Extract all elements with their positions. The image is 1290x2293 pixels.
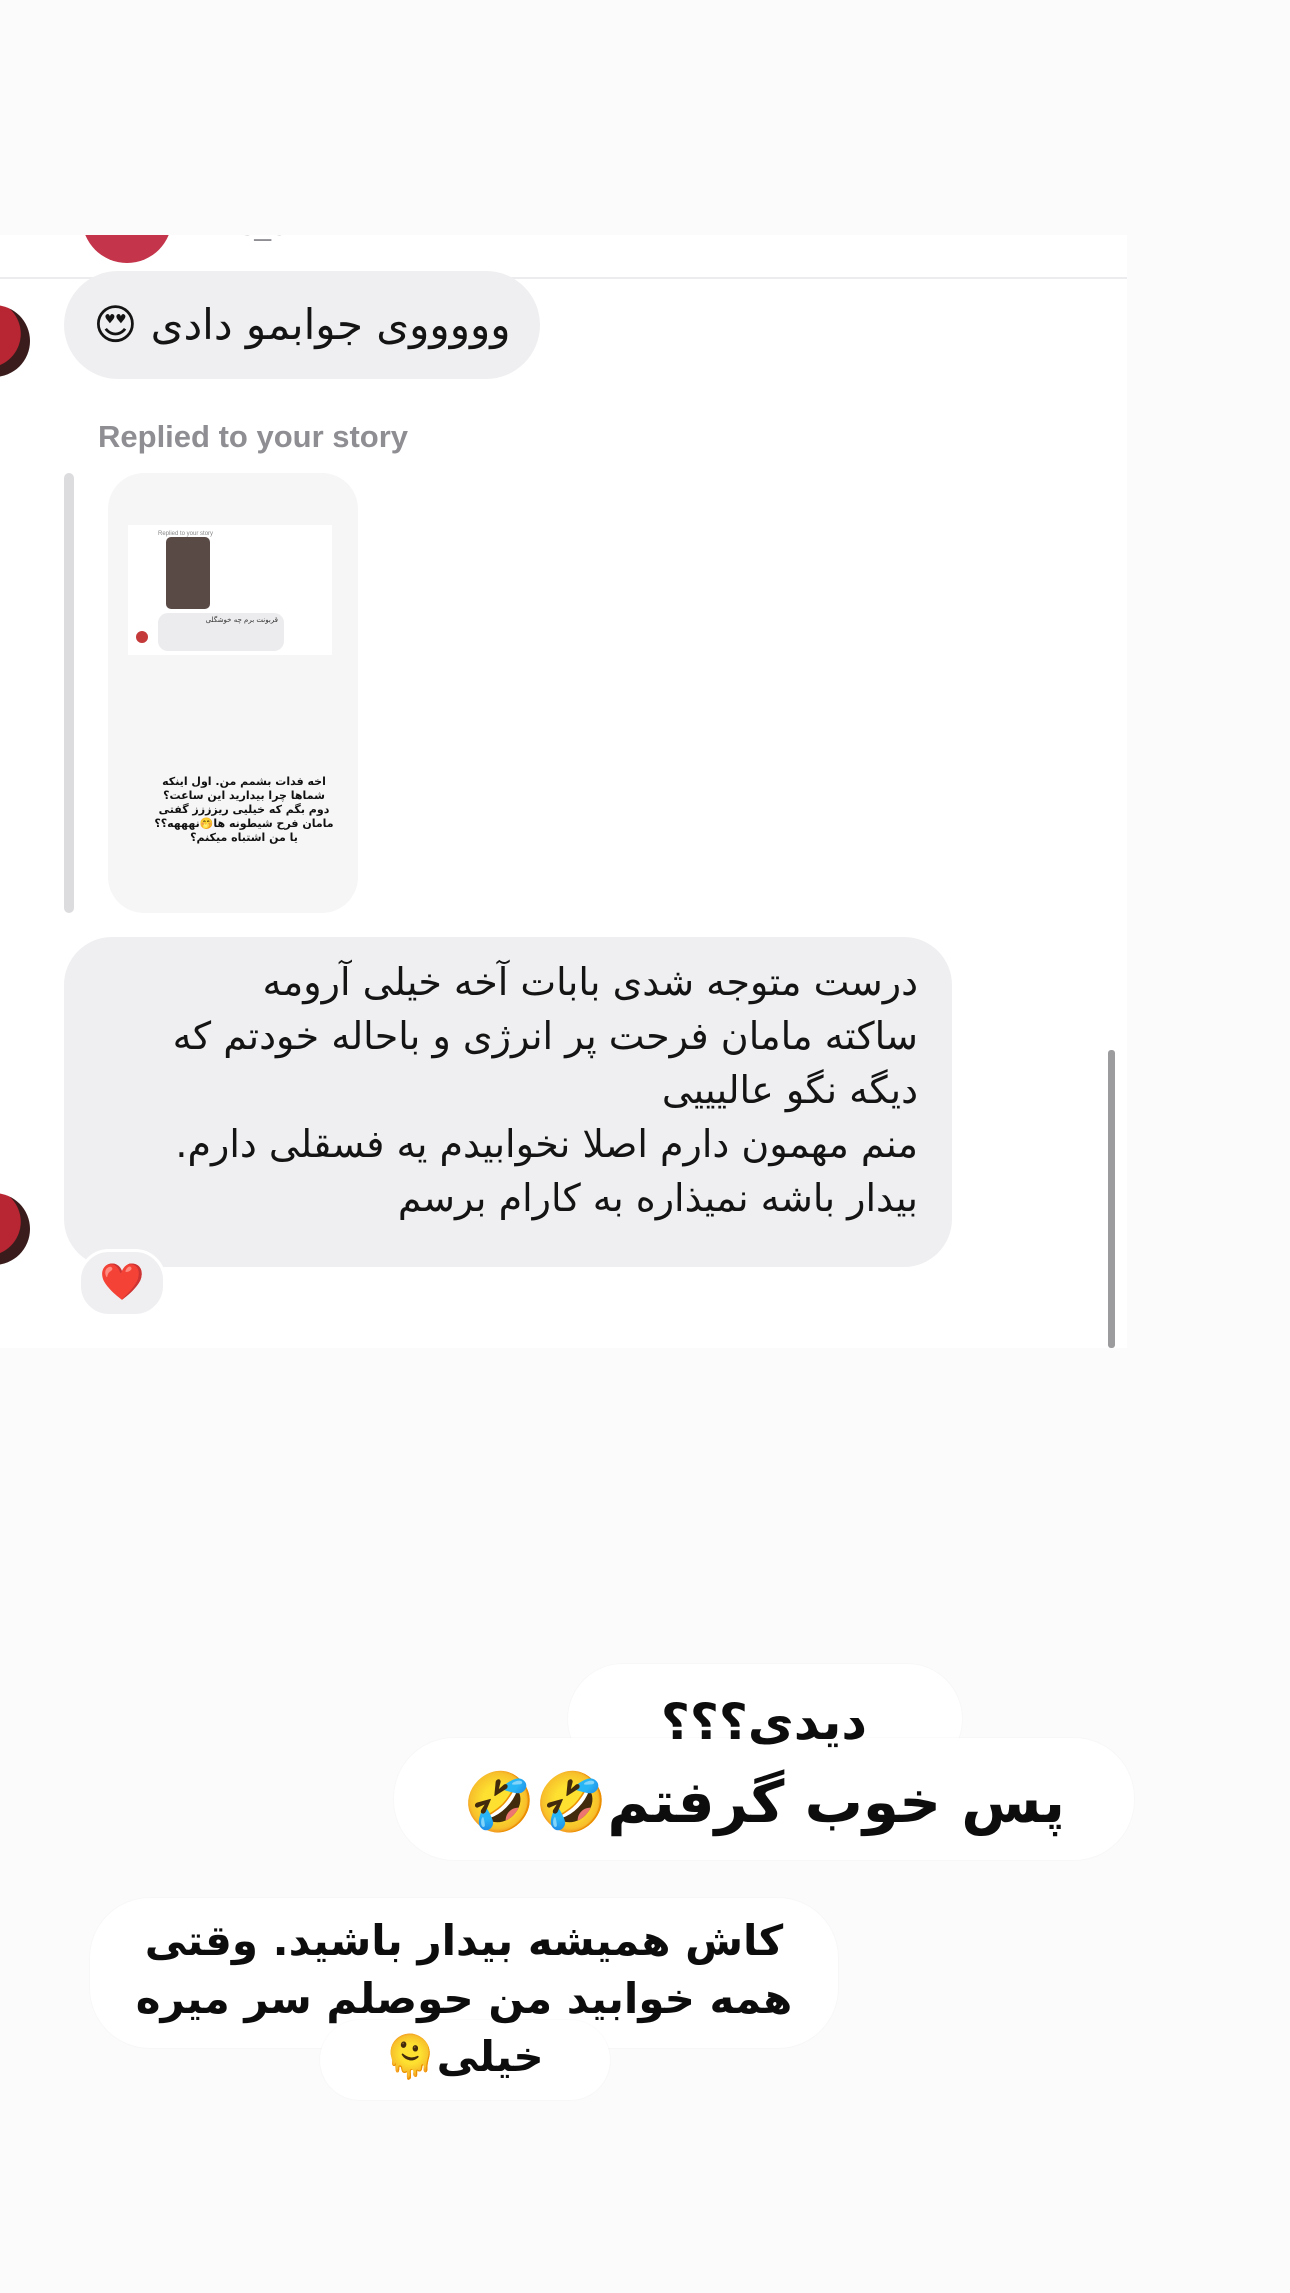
story-caption-line: یا من اشتباه میکنم؟: [190, 831, 298, 844]
story-preview-panel: Replied to your story قربونت برم چه خوشگ…: [128, 525, 332, 655]
username[interactable]: m.s_0174: [206, 235, 338, 243]
message-line: درست متوجه شدی بابات آخه خیلی آرومه: [262, 960, 918, 1004]
message-text: وووووی جوابمو دادی: [150, 300, 511, 349]
mini-story-image: [166, 537, 210, 609]
overlay-caption: کاش همیشه بیدار باشید. وقتی: [144, 1916, 784, 1965]
story-caption-line: شماها چرا بیدارید این ساعت؟: [163, 789, 325, 802]
overlay-caption: دیدی؟؟؟: [660, 1693, 868, 1751]
overlay-caption: پس خوب گرفتم🤣🤣: [463, 1768, 1065, 1836]
story-caption-line: اخه فدات بشمم من. اول اینکه: [162, 775, 326, 788]
story-caption: اخه فدات بشمم من. اول اینکه شماها چرا بی…: [154, 775, 334, 845]
dm-screenshot: m.s_0174 وووووی جوابمو دادی 😍 Replied to…: [0, 235, 1127, 1348]
heart-reaction[interactable]: ❤️: [78, 1249, 166, 1317]
mini-avatar: [136, 631, 148, 643]
reply-indicator-bar: [64, 473, 74, 913]
message-line: ساکته مامان فرحت پر انرژی و باحاله خودتم…: [172, 1014, 918, 1058]
replied-to-story-label: Replied to your story: [98, 419, 409, 454]
avatar[interactable]: [0, 305, 30, 377]
avatar[interactable]: [82, 235, 172, 263]
scrollbar[interactable]: [1108, 1050, 1115, 1348]
message-line: بیدار باشه نمیذاره به کارام برسم: [397, 1176, 918, 1220]
message-bubble[interactable]: درست متوجه شدی بابات آخه خیلی آرومه ساکت…: [64, 937, 952, 1267]
mini-message-bubble: قربونت برم چه خوشگلی: [158, 613, 284, 651]
heart-eyes-emoji: 😍: [93, 300, 138, 349]
story-thumbnail[interactable]: Replied to your story قربونت برم چه خوشگ…: [108, 473, 358, 913]
story-caption-line: دوم بگم که خیلیی ریزززز گفتی: [158, 803, 330, 816]
avatar[interactable]: [0, 1193, 30, 1265]
story-caption-line: مامان فرح شیطونه ها🤭نهههه؟؟: [154, 817, 334, 830]
message-line: دیگه نگو عالیییی: [661, 1068, 918, 1112]
message-bubble[interactable]: وووووی جوابمو دادی 😍: [64, 271, 540, 379]
message-line: منم مهمون دارم اصلا نخوابیدم یه فسقلی دا…: [175, 1122, 918, 1166]
overlay-caption: خیلی🫠: [384, 2032, 544, 2081]
overlay-caption: همه خوابید من حوصلم سر میره: [135, 1974, 793, 2023]
